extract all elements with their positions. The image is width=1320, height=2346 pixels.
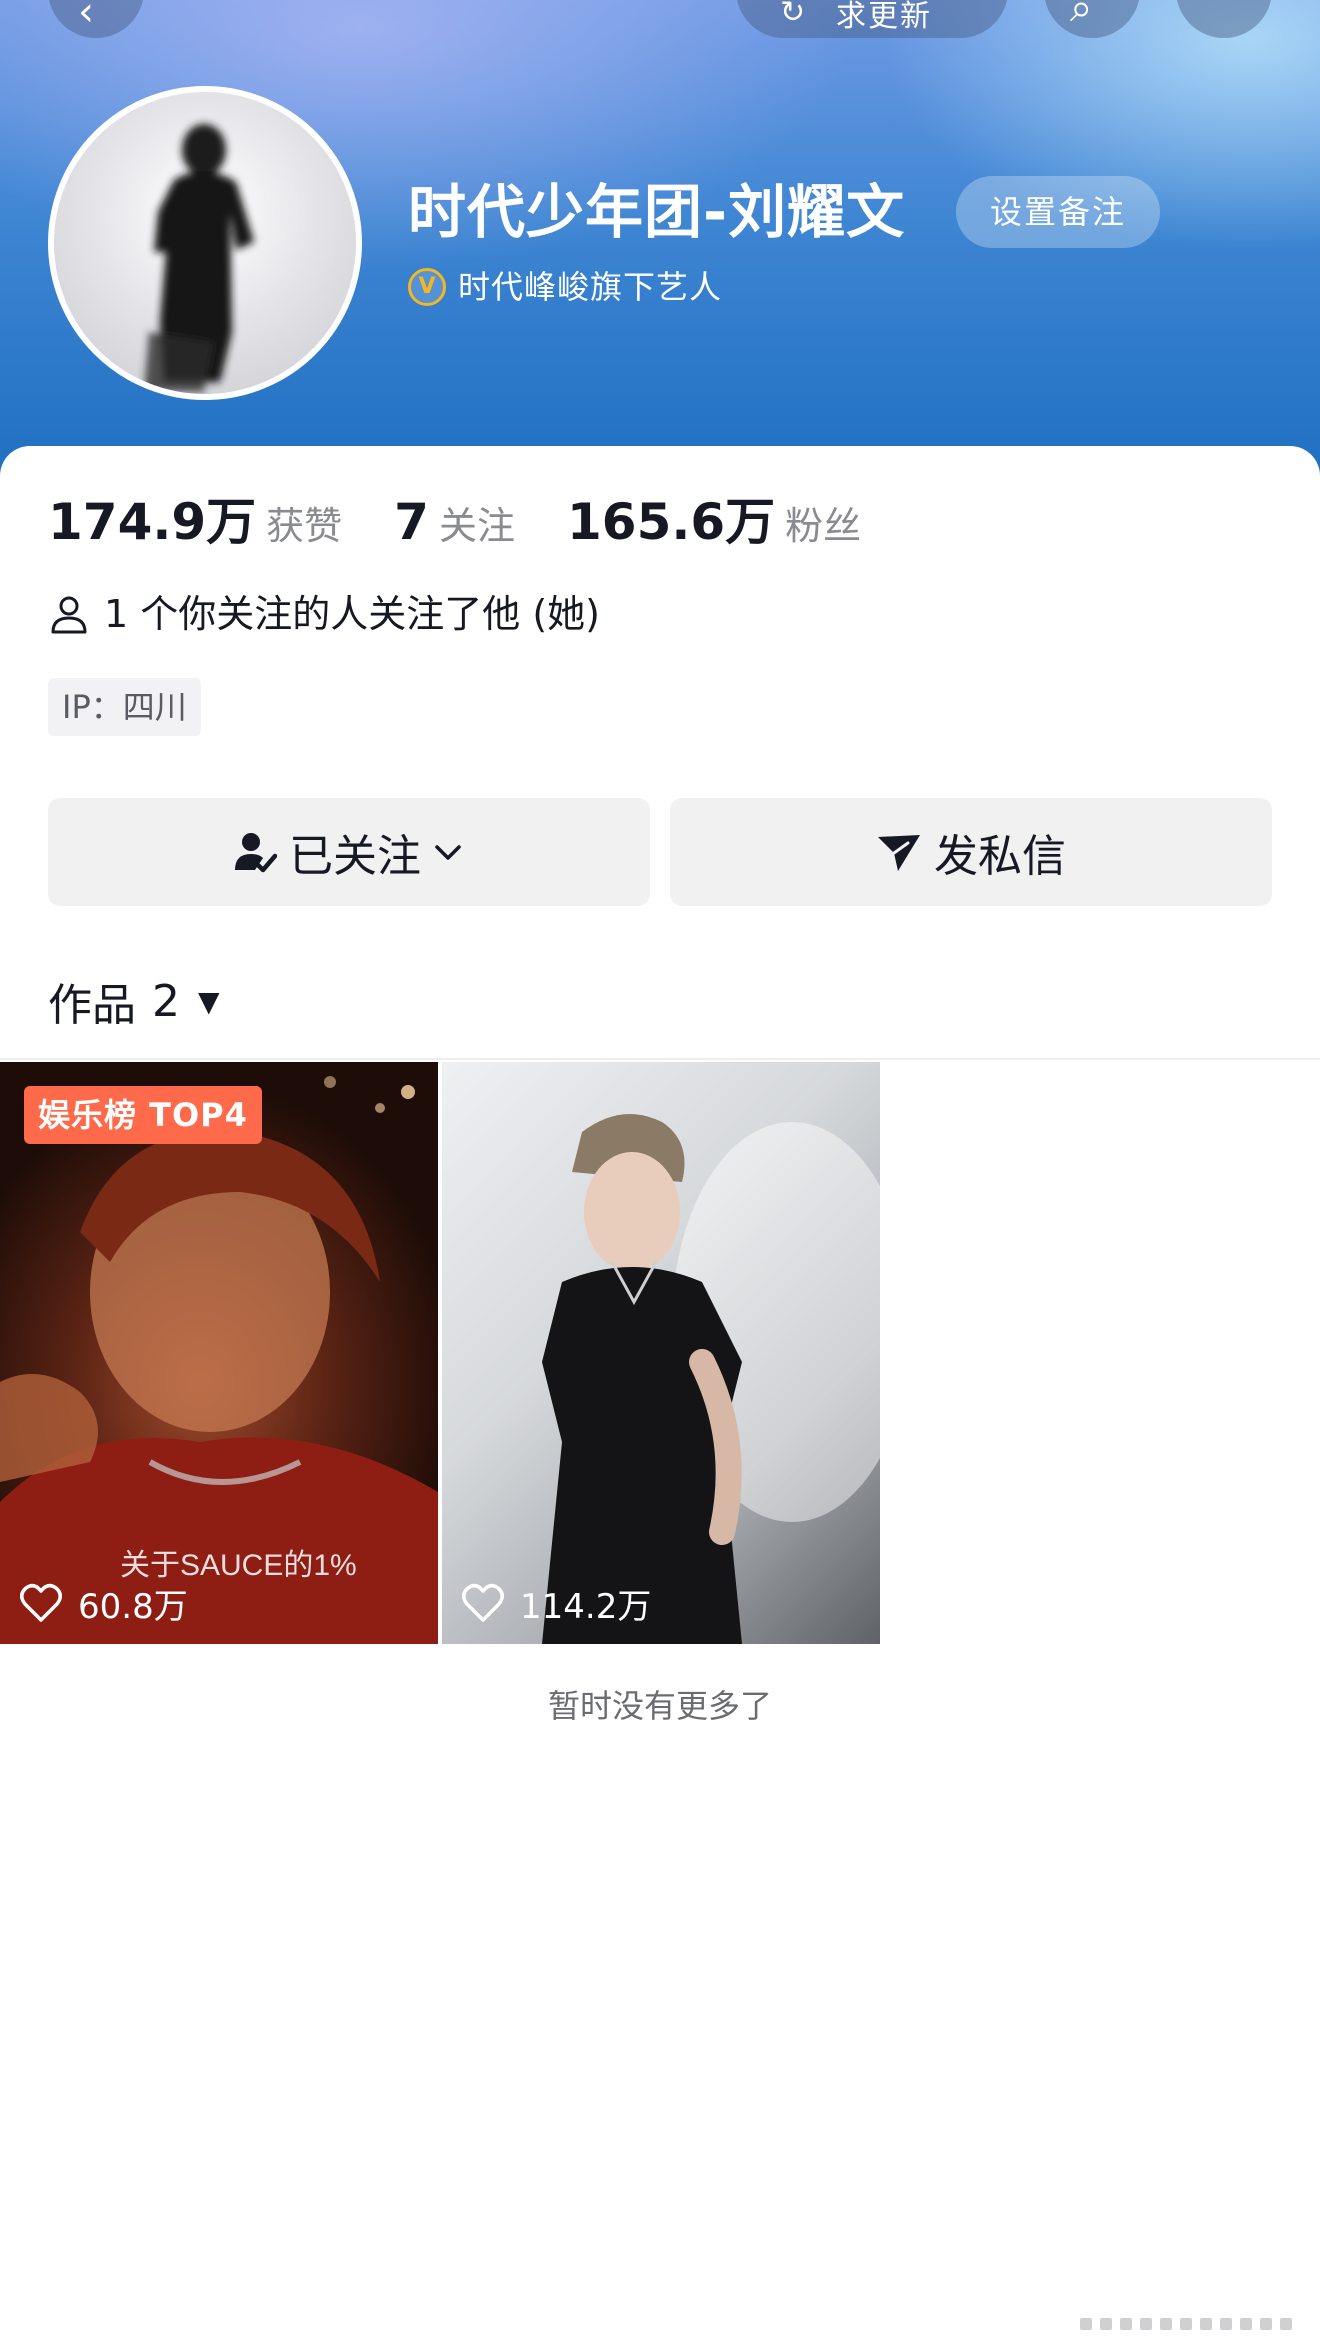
stats-row: 174.9万 获赞 7 关注 165.6万 粉丝 (48, 492, 913, 556)
followed-label: 已关注 (289, 831, 421, 882)
video-likes: 60.8万 (20, 1580, 188, 1627)
refresh-icon: ↻ (780, 0, 806, 30)
video-tile[interactable]: 娱乐榜 TOP4 关于SAUCE的1% 60.8万 (0, 1062, 438, 1644)
tab-works[interactable]: 作品 2 ▼ (48, 966, 220, 1036)
heart-icon (20, 1583, 62, 1622)
back-arrow-icon: ‹ (78, 0, 94, 35)
ip-location-tag: IP：四川 (48, 678, 201, 736)
avatar-silhouette (144, 124, 254, 392)
stat-likes[interactable]: 174.9万 获赞 (48, 492, 342, 556)
video-likes-count: 114.2万 (520, 1586, 652, 1627)
stat-likes-label: 获赞 (266, 504, 343, 548)
search-icon: ⌕ (1070, 0, 1093, 31)
avatar[interactable] (48, 86, 362, 400)
stat-likes-value: 174.9万 (48, 493, 257, 551)
profile-banner: ‹ ↻ 求更新 ⌕ 时代少年团-刘耀文 设置备注 V 时代峰峻旗下艺人 (0, 0, 1320, 480)
video-thumbnail-image (542, 1114, 880, 1644)
stat-following[interactable]: 7 关注 (394, 492, 515, 556)
stat-fans[interactable]: 165.6万 粉丝 (567, 492, 861, 556)
heart-icon (462, 1583, 504, 1622)
request-update-label: 求更新 (836, 0, 932, 34)
mutual-follow-text: 1 个你关注的人关注了他 (她) (104, 592, 600, 636)
send-message-button[interactable]: 发私信 (670, 798, 1272, 906)
tab-divider (0, 1058, 1320, 1060)
set-remark-button[interactable]: 设置备注 (956, 176, 1160, 248)
followed-button[interactable]: 已关注 (48, 798, 650, 906)
caret-down-icon: ▼ (198, 984, 220, 1018)
stat-fans-label: 粉丝 (785, 504, 862, 548)
video-likes-count: 60.8万 (78, 1586, 188, 1627)
video-tile[interactable]: 114.2万 (442, 1062, 880, 1644)
followed-user-icon (235, 833, 277, 873)
back-button[interactable]: ‹ (48, 0, 144, 38)
verified-v-icon: V (408, 268, 446, 306)
person-icon (51, 596, 87, 634)
no-more-content-text: 暂时没有更多了 (547, 1687, 772, 1725)
request-update-button[interactable]: ↻ 求更新 (736, 0, 1008, 38)
nickname: 时代少年团-刘耀文 (408, 178, 906, 246)
send-message-icon (878, 835, 920, 871)
tab-works-count: 2 (152, 975, 180, 1027)
mutual-follow-row[interactable]: 1 个你关注的人关注了他 (她) (48, 586, 600, 642)
search-button[interactable]: ⌕ (1044, 0, 1140, 38)
video-likes: 114.2万 (462, 1580, 652, 1627)
tab-works-label: 作品 (48, 980, 136, 1031)
chevron-down-icon (435, 845, 461, 860)
stat-following-label: 关注 (438, 504, 515, 548)
stat-fans-value: 165.6万 (566, 493, 776, 551)
stat-following-value: 7 (394, 493, 429, 551)
send-message-label: 发私信 (934, 831, 1066, 882)
watermark-dots (1080, 2318, 1292, 2330)
more-button[interactable] (1176, 0, 1272, 38)
rank-badge: 娱乐榜 TOP4 (24, 1086, 262, 1144)
verification-text: 时代峰峻旗下艺人 (458, 268, 723, 306)
